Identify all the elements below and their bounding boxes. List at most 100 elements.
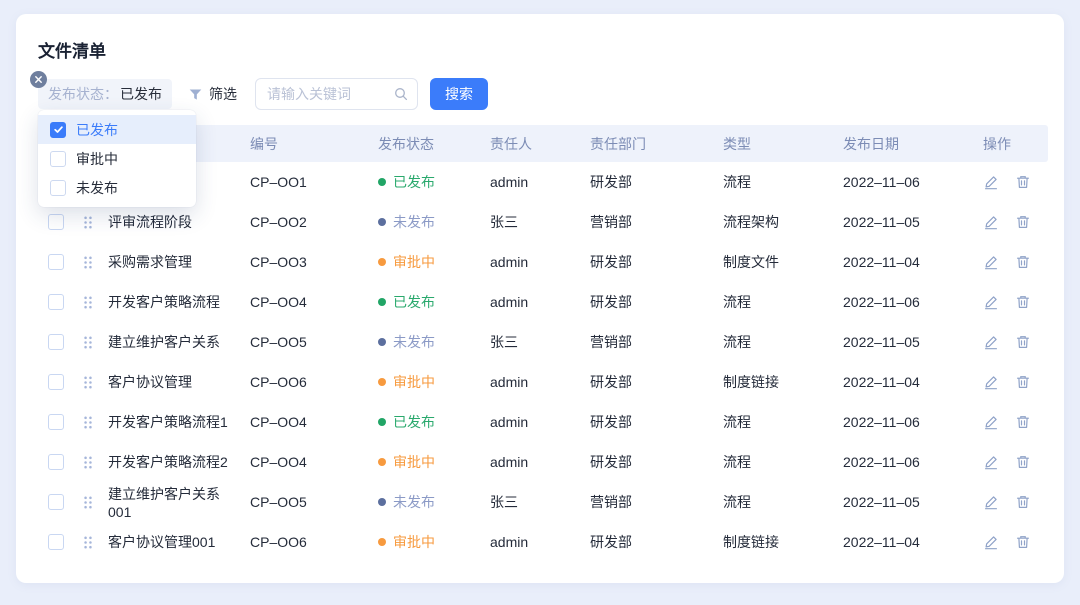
- drag-handle-icon[interactable]: [82, 495, 94, 510]
- actions-cell: [975, 374, 1048, 390]
- edit-button[interactable]: [983, 534, 999, 550]
- status-label: 审批中: [393, 532, 435, 552]
- toolbar: 发布状态： 已发布 筛选 搜索: [38, 78, 1042, 110]
- delete-button[interactable]: [1015, 294, 1031, 310]
- drag-handle-icon[interactable]: [82, 415, 94, 430]
- status-cell: 已发布: [368, 172, 480, 192]
- drag-handle-icon[interactable]: [82, 455, 94, 470]
- drag-handle-icon[interactable]: [82, 375, 94, 390]
- date-cell: 2022–11–05: [835, 494, 975, 510]
- delete-button[interactable]: [1015, 214, 1031, 230]
- filter-button[interactable]: 筛选: [188, 84, 237, 104]
- status-label: 已发布: [393, 412, 435, 432]
- table-row: 开发客户策略流程2CP–OO4审批中admin研发部流程2022–11–06: [38, 442, 1048, 482]
- file-name-cell: 开发客户策略流程2: [38, 452, 240, 472]
- status-badge: 未发布: [378, 212, 480, 232]
- owner-cell: admin: [480, 414, 580, 430]
- status-filter-chip[interactable]: 发布状态： 已发布: [38, 79, 172, 109]
- edit-button[interactable]: [983, 294, 999, 310]
- row-checkbox[interactable]: [48, 254, 64, 270]
- filter-button-label: 筛选: [209, 84, 237, 104]
- date-cell: 2022–11–04: [835, 254, 975, 270]
- type-cell: 制度链接: [713, 532, 835, 552]
- status-dot-icon: [378, 378, 386, 386]
- table-row: 建立维护客户关系CP–OO5未发布张三营销部流程2022–11–05: [38, 322, 1048, 362]
- status-cell: 未发布: [368, 492, 480, 512]
- edit-button[interactable]: [983, 174, 999, 190]
- chip-close-button[interactable]: [30, 71, 47, 88]
- row-checkbox[interactable]: [48, 294, 64, 310]
- actions-cell: [975, 534, 1048, 550]
- edit-button[interactable]: [983, 214, 999, 230]
- delete-button[interactable]: [1015, 254, 1031, 270]
- file-name-cell: 开发客户策略流程: [38, 292, 240, 312]
- edit-button[interactable]: [983, 334, 999, 350]
- owner-cell: admin: [480, 534, 580, 550]
- table-row: 开发客户策略流程1CP–OO4已发布admin研发部流程2022–11–06: [38, 402, 1048, 442]
- delete-button[interactable]: [1015, 334, 1031, 350]
- department-cell: 研发部: [580, 172, 713, 192]
- drag-handle-icon[interactable]: [82, 255, 94, 270]
- status-dot-icon: [378, 338, 386, 346]
- department-cell: 营销部: [580, 212, 713, 232]
- owner-cell: 张三: [480, 492, 580, 512]
- delete-button[interactable]: [1015, 454, 1031, 470]
- edit-button[interactable]: [983, 414, 999, 430]
- type-cell: 流程: [713, 412, 835, 432]
- drag-handle-icon[interactable]: [82, 295, 94, 310]
- file-code: CP–OO1: [240, 174, 368, 190]
- file-name-cell: 采购需求管理: [38, 252, 240, 272]
- row-checkbox[interactable]: [48, 454, 64, 470]
- edit-button[interactable]: [983, 454, 999, 470]
- delete-button[interactable]: [1015, 374, 1031, 390]
- date-cell: 2022–11–06: [835, 414, 975, 430]
- file-name-cell: 客户协议管理001: [38, 532, 240, 552]
- dropdown-option[interactable]: 已发布: [38, 115, 196, 144]
- owner-cell: 张三: [480, 332, 580, 352]
- row-checkbox[interactable]: [48, 214, 64, 230]
- table-body: CP–OO1已发布admin研发部流程2022–11–06评审流程阶段CP–OO…: [38, 162, 1048, 562]
- status-dot-icon: [378, 458, 386, 466]
- row-checkbox[interactable]: [48, 534, 64, 550]
- edit-button[interactable]: [983, 374, 999, 390]
- chip-value: 已发布: [120, 84, 162, 104]
- owner-cell: admin: [480, 374, 580, 390]
- delete-button[interactable]: [1015, 534, 1031, 550]
- dropdown-option[interactable]: 审批中: [38, 144, 196, 173]
- owner-cell: admin: [480, 294, 580, 310]
- status-filter-dropdown: 已发布审批中未发布: [38, 110, 196, 207]
- search-button[interactable]: 搜索: [430, 78, 488, 110]
- edit-button[interactable]: [983, 494, 999, 510]
- row-checkbox[interactable]: [48, 414, 64, 430]
- dropdown-option[interactable]: 未发布: [38, 173, 196, 202]
- delete-button[interactable]: [1015, 414, 1031, 430]
- row-checkbox[interactable]: [48, 494, 64, 510]
- row-checkbox[interactable]: [48, 334, 64, 350]
- date-cell: 2022–11–06: [835, 294, 975, 310]
- checkbox-icon[interactable]: [50, 180, 66, 196]
- row-checkbox[interactable]: [48, 374, 64, 390]
- status-cell: 未发布: [368, 212, 480, 232]
- delete-button[interactable]: [1015, 494, 1031, 510]
- delete-button[interactable]: [1015, 174, 1031, 190]
- status-label: 未发布: [393, 212, 435, 232]
- status-dot-icon: [378, 258, 386, 266]
- edit-button[interactable]: [983, 254, 999, 270]
- status-label: 已发布: [393, 292, 435, 312]
- checkbox-icon[interactable]: [50, 151, 66, 167]
- drag-handle-icon[interactable]: [82, 335, 94, 350]
- status-label: 未发布: [393, 332, 435, 352]
- status-badge: 已发布: [378, 292, 480, 312]
- date-cell: 2022–11–06: [835, 174, 975, 190]
- checkbox-checked-icon[interactable]: [50, 122, 66, 138]
- actions-cell: [975, 174, 1048, 190]
- file-code: CP–OO3: [240, 254, 368, 270]
- status-label: 审批中: [393, 372, 435, 392]
- page-background: 文件清单 发布状态： 已发布 筛选 搜索: [0, 0, 1080, 605]
- column-header-actions: 操作: [975, 134, 1048, 154]
- drag-handle-icon[interactable]: [82, 535, 94, 550]
- file-list-card: 文件清单 发布状态： 已发布 筛选 搜索: [16, 14, 1064, 583]
- status-cell: 审批中: [368, 372, 480, 392]
- dropdown-option-label: 已发布: [76, 120, 118, 140]
- drag-handle-icon[interactable]: [82, 215, 94, 230]
